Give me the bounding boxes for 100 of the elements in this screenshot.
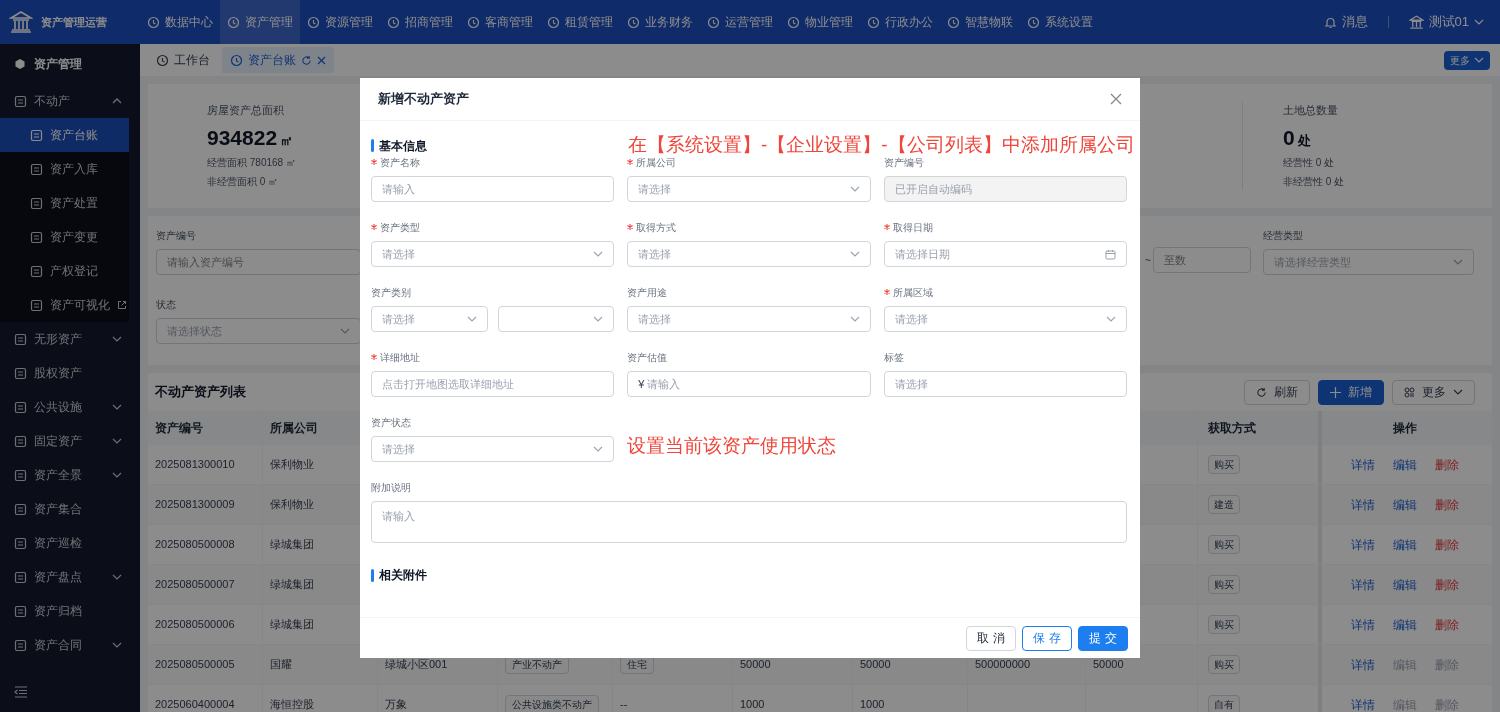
action-link[interactable]: 删除	[1435, 455, 1459, 474]
app-title: 资产管理运营	[41, 14, 107, 30]
action-link[interactable]: 删除	[1435, 615, 1459, 634]
sidebar-item[interactable]: 资产盘点	[0, 560, 140, 594]
date-field[interactable]: 请选择日期	[883, 241, 1127, 267]
textarea-field[interactable]: 请输入	[371, 501, 1127, 543]
action-link[interactable]: 删除	[1435, 575, 1459, 594]
sidebar-item[interactable]: 资产归档	[0, 594, 140, 628]
sidebar-item[interactable]: 股权资产	[0, 356, 140, 390]
chevron-down-icon	[1474, 55, 1484, 65]
dialog-button[interactable]: 保 存	[1022, 625, 1072, 651]
page-tab[interactable]: 资产台账	[222, 47, 334, 73]
refresh-icon	[1256, 386, 1267, 398]
nav-item[interactable]: 运营管理	[700, 0, 780, 44]
action-link[interactable]: 详情	[1351, 695, 1375, 712]
action-link[interactable]: 编辑	[1393, 575, 1417, 594]
user-menu[interactable]: 测试01	[1408, 12, 1484, 32]
grid-icon	[1404, 386, 1415, 398]
input-field[interactable]: 至数	[1153, 247, 1251, 273]
action-link[interactable]: 详情	[1351, 655, 1375, 674]
table-cell-text: 2025080500006	[155, 617, 235, 633]
select-field[interactable]: 请选择	[627, 306, 871, 332]
stat-unit: 处	[1297, 131, 1311, 150]
more-button[interactable]: 更多	[1444, 50, 1490, 70]
close-icon[interactable]	[317, 55, 326, 65]
input-field[interactable]: 点击打开地图选取详细地址	[371, 371, 615, 397]
sidebar-item[interactable]: 资产集合	[0, 492, 140, 526]
chevron-down-icon	[112, 436, 122, 446]
action-link[interactable]: 删除	[1435, 495, 1459, 514]
nav-item[interactable]: 智慧物联	[940, 0, 1020, 44]
table-cell-text: 2025080500008	[155, 537, 235, 553]
column-header: 操作	[1393, 420, 1417, 437]
input-field[interactable]: ¥ 请输入	[627, 371, 871, 397]
action-link[interactable]: 删除	[1435, 535, 1459, 554]
dialog-button[interactable]: 提 交	[1078, 625, 1128, 651]
input-field[interactable]: 请输入	[371, 176, 615, 202]
nav-item[interactable]: 业务财务	[620, 0, 700, 44]
dialog-button[interactable]: 取 消	[966, 625, 1016, 651]
select-field[interactable]: 请选择	[371, 241, 615, 267]
action-link[interactable]: 详情	[1351, 495, 1375, 514]
toolbar-button[interactable]: 刷新	[1244, 379, 1310, 405]
page-tab[interactable]: 工作台	[148, 47, 218, 73]
select-field[interactable]: 请选择	[371, 306, 488, 332]
nav-item[interactable]: 物业管理	[780, 0, 860, 44]
action-link[interactable]: 详情	[1351, 535, 1375, 554]
annotation-text: 设置当前该资产使用状态	[627, 433, 837, 458]
action-link[interactable]: 详情	[1351, 455, 1375, 474]
sidebar-subitem[interactable]: 资产处置	[0, 186, 129, 220]
refresh-icon[interactable]	[301, 54, 312, 66]
nav-item[interactable]: 租赁管理	[540, 0, 620, 44]
sidebar-subitem[interactable]: 资产入库	[0, 152, 129, 186]
sidebar-item[interactable]: 无形资产	[0, 322, 140, 356]
range-separator: ~	[1144, 252, 1151, 268]
table-cell-text: 50000	[740, 657, 771, 673]
action-link[interactable]: 详情	[1351, 575, 1375, 594]
modal-title: 新增不动产资产	[378, 90, 469, 109]
close-icon[interactable]	[1110, 93, 1122, 105]
nav-item[interactable]: 行政办公	[860, 0, 940, 44]
action-link[interactable]: 编辑	[1393, 535, 1417, 554]
sidebar-item[interactable]: 固定资产	[0, 424, 140, 458]
action-link[interactable]: 编辑	[1393, 495, 1417, 514]
action-link[interactable]: 详情	[1351, 615, 1375, 634]
nav-item[interactable]: 系统设置	[1020, 0, 1100, 44]
table-cell-text: 保利物业	[270, 457, 314, 473]
column-header: 获取方式	[1208, 420, 1256, 437]
sidebar-subitem[interactable]: 资产台账	[0, 118, 129, 152]
select-field[interactable]: 请选择	[883, 306, 1127, 332]
nav-item[interactable]: 数据中心	[140, 0, 220, 44]
field-label: 详细地址	[380, 350, 420, 365]
sidebar-item[interactable]: 公共设施	[0, 390, 140, 424]
sidebar-item[interactable]: 资产巡检	[0, 526, 140, 560]
select-field[interactable]: 请选择	[883, 371, 1127, 397]
sidebar-subitem[interactable]: 资产变更	[0, 220, 129, 254]
action-link[interactable]: 编辑	[1393, 455, 1417, 474]
square-icon	[14, 604, 27, 618]
square-icon	[14, 332, 27, 346]
select-field[interactable]: 请选择	[371, 436, 615, 462]
toolbar-button[interactable]: 新增	[1318, 379, 1384, 405]
chevron-down-icon	[466, 314, 477, 324]
collapse-menu-icon[interactable]	[14, 686, 28, 698]
table-cell-text: 50000	[1093, 657, 1124, 673]
select-field[interactable]: 请选择	[627, 241, 871, 267]
square-icon	[30, 230, 43, 244]
sidebar-subitem[interactable]: 资产可视化	[0, 288, 129, 322]
stat-title: 房屋资产总面积	[207, 103, 285, 118]
sidebar-item[interactable]: 资产全景	[0, 458, 140, 492]
select-field[interactable]: 请选择	[627, 176, 871, 202]
action-link[interactable]: 编辑	[1393, 615, 1417, 634]
field-label: 资产用途	[627, 285, 668, 300]
nav-item[interactable]: 招商管理	[380, 0, 460, 44]
sidebar-item[interactable]: 资产合同	[0, 628, 140, 662]
field-label: 资产状态	[371, 415, 411, 430]
select-field[interactable]	[497, 306, 615, 332]
sidebar-item[interactable]: 不动产	[0, 84, 140, 118]
toolbar-button[interactable]: 更多	[1392, 379, 1475, 405]
messages-link[interactable]: 消息	[1323, 12, 1368, 32]
nav-item[interactable]: 客商管理	[460, 0, 540, 44]
nav-item[interactable]: 资源管理	[300, 0, 380, 44]
sidebar-subitem[interactable]: 产权登记	[0, 254, 129, 288]
chevron-down-icon	[1453, 257, 1463, 267]
